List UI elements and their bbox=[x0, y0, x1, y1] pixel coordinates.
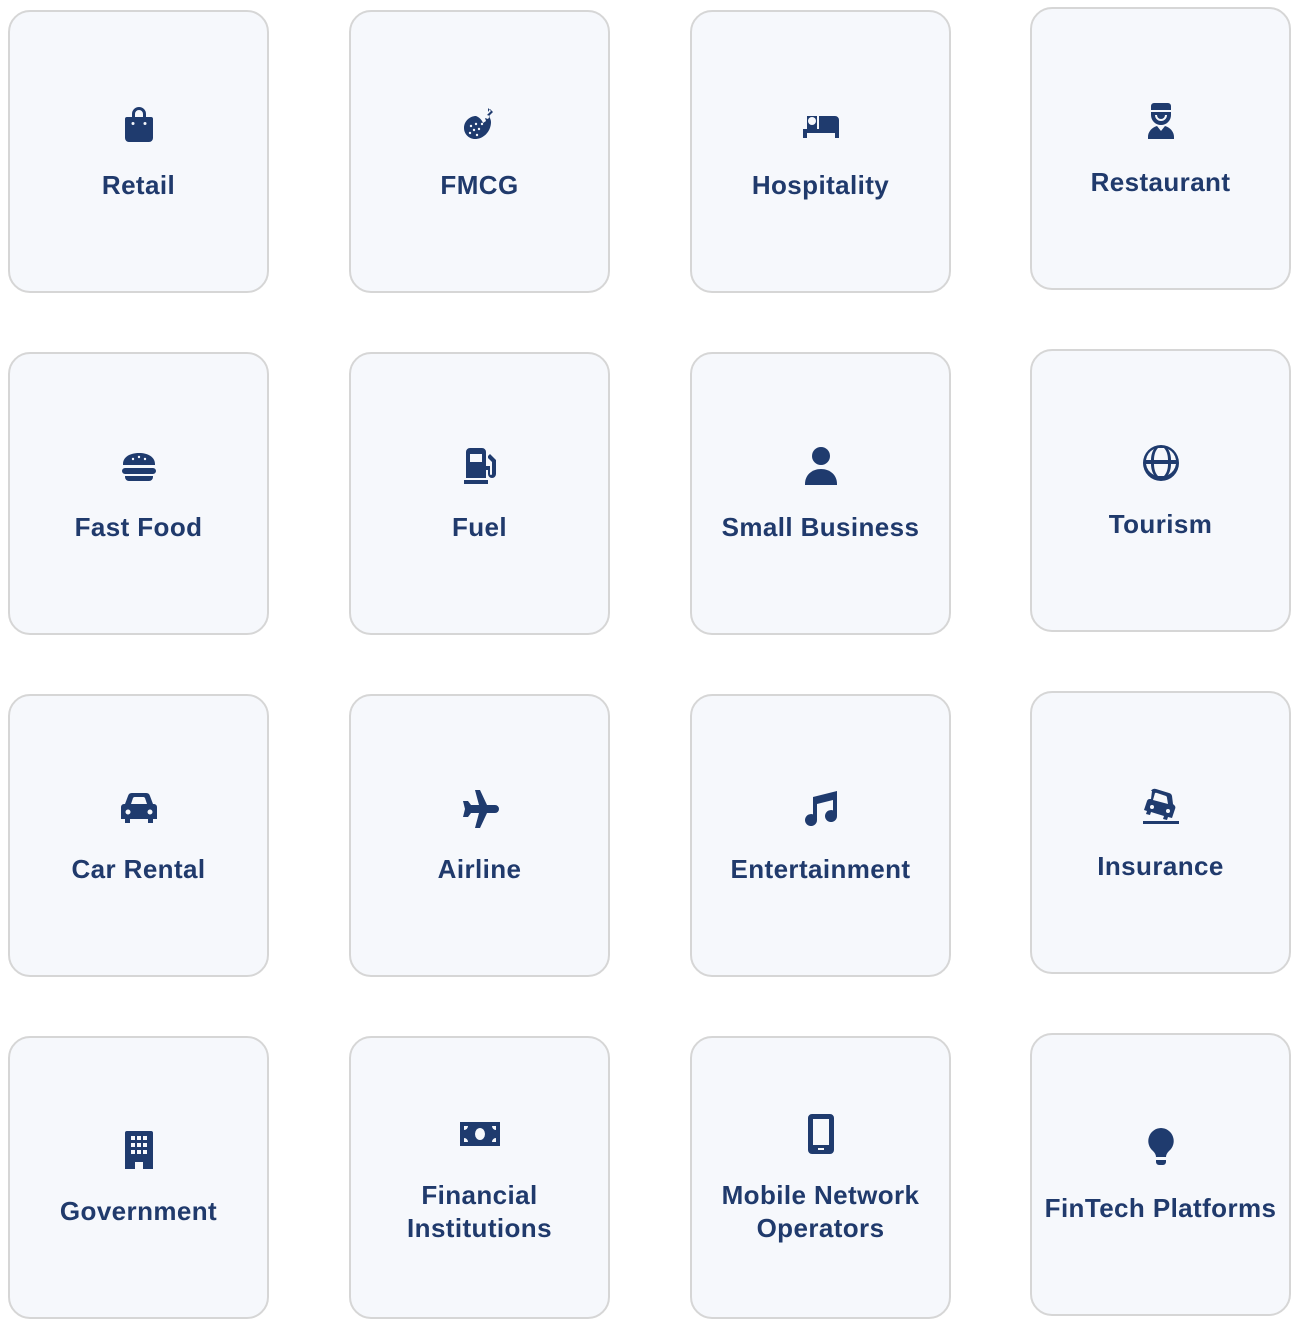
lightbulb-icon bbox=[1138, 1124, 1184, 1170]
industry-label: Insurance bbox=[1097, 851, 1224, 881]
mobile-phone-icon bbox=[798, 1111, 844, 1157]
industry-card-entertainment[interactable]: Entertainment bbox=[690, 694, 951, 977]
industry-label: Airline bbox=[437, 854, 522, 884]
industry-card-small-business[interactable]: Small Business bbox=[690, 352, 951, 635]
industry-card-airline[interactable]: Airline bbox=[349, 694, 610, 977]
industries-grid: Retail FMCG Hospitality Restaurant Fast … bbox=[0, 0, 1293, 1319]
industry-card-tourism[interactable]: Tourism bbox=[1030, 349, 1291, 632]
industry-card-car-rental[interactable]: Car Rental bbox=[8, 694, 269, 977]
industry-label: Tourism bbox=[1108, 509, 1213, 539]
burger-icon bbox=[116, 443, 162, 489]
car-icon bbox=[116, 785, 162, 831]
industry-label: Fast Food bbox=[74, 512, 203, 542]
industry-card-restaurant[interactable]: Restaurant bbox=[1030, 7, 1291, 290]
industry-card-mobile-network-operators[interactable]: Mobile Network Operators bbox=[690, 1036, 951, 1319]
shopping-bag-icon bbox=[116, 101, 162, 147]
industry-card-fuel[interactable]: Fuel bbox=[349, 352, 610, 635]
money-bill-icon bbox=[457, 1111, 503, 1157]
industry-label: Car Rental bbox=[71, 854, 206, 884]
airplane-icon bbox=[457, 785, 503, 831]
industry-card-hospitality[interactable]: Hospitality bbox=[690, 10, 951, 293]
industry-card-government[interactable]: Government bbox=[8, 1036, 269, 1319]
industry-card-fast-food[interactable]: Fast Food bbox=[8, 352, 269, 635]
industry-label: Financial Institutions bbox=[407, 1179, 552, 1243]
industry-card-retail[interactable]: Retail bbox=[8, 10, 269, 293]
industry-card-insurance[interactable]: Insurance bbox=[1030, 691, 1291, 974]
industry-label: Entertainment bbox=[730, 854, 911, 884]
music-note-icon bbox=[798, 785, 844, 831]
industry-label: Restaurant bbox=[1090, 167, 1231, 197]
industry-label: Government bbox=[59, 1196, 218, 1226]
gas-pump-icon bbox=[457, 443, 503, 489]
globe-icon bbox=[1138, 440, 1184, 486]
chef-icon bbox=[1138, 98, 1184, 144]
industry-label: Mobile Network Operators bbox=[721, 1179, 920, 1243]
industry-label: Hospitality bbox=[751, 170, 890, 200]
bed-icon bbox=[798, 101, 844, 147]
strawberry-icon bbox=[457, 101, 503, 147]
industry-card-financial-institutions[interactable]: Financial Institutions bbox=[349, 1036, 610, 1319]
industry-card-fmcg[interactable]: FMCG bbox=[349, 10, 610, 293]
person-icon bbox=[798, 443, 844, 489]
industry-label: FinTech Platforms bbox=[1044, 1193, 1277, 1223]
industry-label: Fuel bbox=[451, 512, 508, 542]
industry-label: Small Business bbox=[721, 512, 920, 542]
building-icon bbox=[116, 1127, 162, 1173]
industry-label: FMCG bbox=[440, 170, 519, 200]
car-burst-icon bbox=[1138, 782, 1184, 828]
industry-card-fintech-platforms[interactable]: FinTech Platforms bbox=[1030, 1033, 1291, 1316]
industry-label: Retail bbox=[101, 170, 176, 200]
